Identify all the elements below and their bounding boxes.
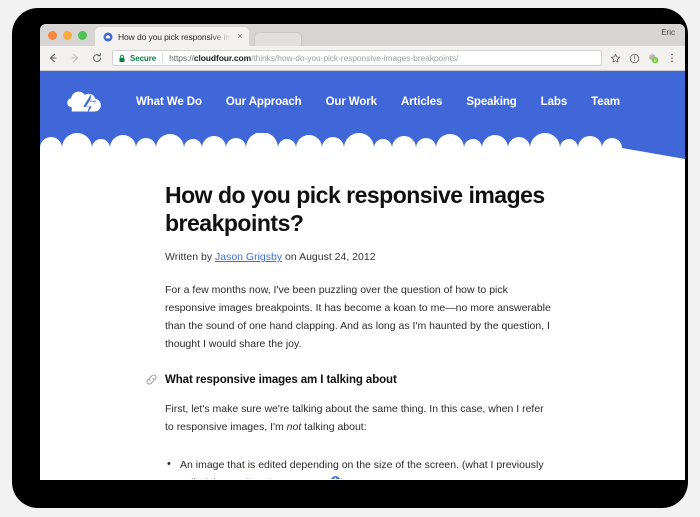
browser-tab-active[interactable]: How do you pick responsive im × [95, 27, 249, 46]
cloud-four-logo-icon[interactable] [62, 82, 114, 122]
browser-tab-strip: How do you pick responsive im × Eric [40, 24, 685, 46]
browser-toolbar: Secure https://cloudfour.com/thinks/how-… [40, 46, 685, 71]
reload-button-icon[interactable] [90, 51, 104, 65]
section-paragraph-emphasis: not [286, 421, 302, 434]
browser-menu-icon[interactable] [667, 52, 677, 64]
nav-item-what-we-do[interactable]: What We Do [136, 96, 202, 108]
browser-window: How do you pick responsive im × Eric Sec… [40, 24, 685, 480]
footnote-marker[interactable]: 1 [331, 475, 341, 479]
byline: Written by Jason Grigsby on August 24, 2… [165, 251, 555, 263]
link-anchor-icon[interactable] [145, 373, 158, 386]
section-paragraph-part2: responsive images, I'm [176, 421, 287, 434]
nav-item-team[interactable]: Team [591, 96, 620, 108]
forward-button-icon[interactable] [68, 51, 82, 65]
site-header: What We Do Our Approach Our Work Article… [40, 71, 685, 133]
nav-item-speaking[interactable]: Speaking [466, 96, 516, 108]
nav-item-our-work[interactable]: Our Work [326, 96, 377, 108]
nav-item-articles[interactable]: Articles [401, 96, 442, 108]
intro-paragraph: For a few months now, I've been puzzling… [165, 284, 551, 351]
nav-item-labs[interactable]: Labs [541, 96, 568, 108]
cloudfour-favicon-icon [103, 32, 113, 41]
secure-label: Secure [130, 53, 157, 63]
section-paragraph: First, let's make sure we're talking abo… [165, 400, 555, 436]
bullet-list: An image that is edited depending on the… [165, 455, 555, 479]
page-viewport: What We Do Our Approach Our Work Article… [40, 71, 685, 479]
url-host: cloudfour.com [193, 53, 252, 63]
url-scheme: https:// [169, 53, 194, 63]
close-window-button[interactable] [48, 30, 57, 40]
svg-text:js: js [653, 58, 657, 62]
publish-date: August 24, 2012 [299, 251, 376, 264]
address-bar[interactable]: Secure https://cloudfour.com/thinks/how-… [112, 50, 602, 66]
list-item: An image that is edited depending on the… [165, 455, 555, 479]
cloud-scallop-divider [40, 133, 685, 159]
nav-item-our-approach[interactable]: Our Approach [226, 96, 302, 108]
list-item-text-end: ) [341, 477, 345, 479]
bookmark-star-icon[interactable] [610, 53, 621, 64]
back-button-icon[interactable] [46, 51, 60, 65]
section-heading-row: What responsive images am I talking abou… [145, 373, 555, 386]
url-path: /thinks/how-do-you-pick-responsive-image… [251, 53, 459, 63]
browser-tab-inactive[interactable] [253, 32, 302, 46]
browser-profile-name[interactable]: Eric [661, 28, 675, 37]
section-heading: What responsive images am I talking abou… [165, 373, 397, 386]
page-info-icon[interactable] [629, 53, 640, 64]
address-bar-url: https://cloudfour.com/thinks/how-do-you-… [169, 53, 596, 63]
article-inner: How do you pick responsive images breakp… [146, 181, 555, 479]
maximize-window-button[interactable] [78, 30, 87, 40]
cloud-scallop-shape [40, 133, 685, 159]
byline-prefix: Written by [165, 251, 215, 264]
js-extension-icon[interactable]: js [648, 53, 659, 64]
site-navigation: What We Do Our Approach Our Work Article… [136, 96, 620, 108]
lock-icon [119, 54, 125, 62]
close-tab-button[interactable]: × [237, 32, 242, 41]
omnibox-divider [162, 53, 164, 63]
page-title: How do you pick responsive images breakp… [165, 182, 545, 237]
browser-tab-title: How do you pick responsive im [118, 31, 233, 42]
minimize-window-button[interactable] [63, 30, 72, 40]
art-direction-link[interactable]: art direction use case [228, 477, 328, 479]
window-traffic-lights [46, 24, 95, 46]
section-paragraph-part3: talking about: [301, 421, 367, 434]
device-frame: How do you pick responsive im × Eric Sec… [12, 8, 688, 508]
byline-middle: on [282, 251, 300, 264]
author-link[interactable]: Jason Grigsby [215, 251, 282, 263]
article: How do you pick responsive images breakp… [40, 159, 685, 479]
